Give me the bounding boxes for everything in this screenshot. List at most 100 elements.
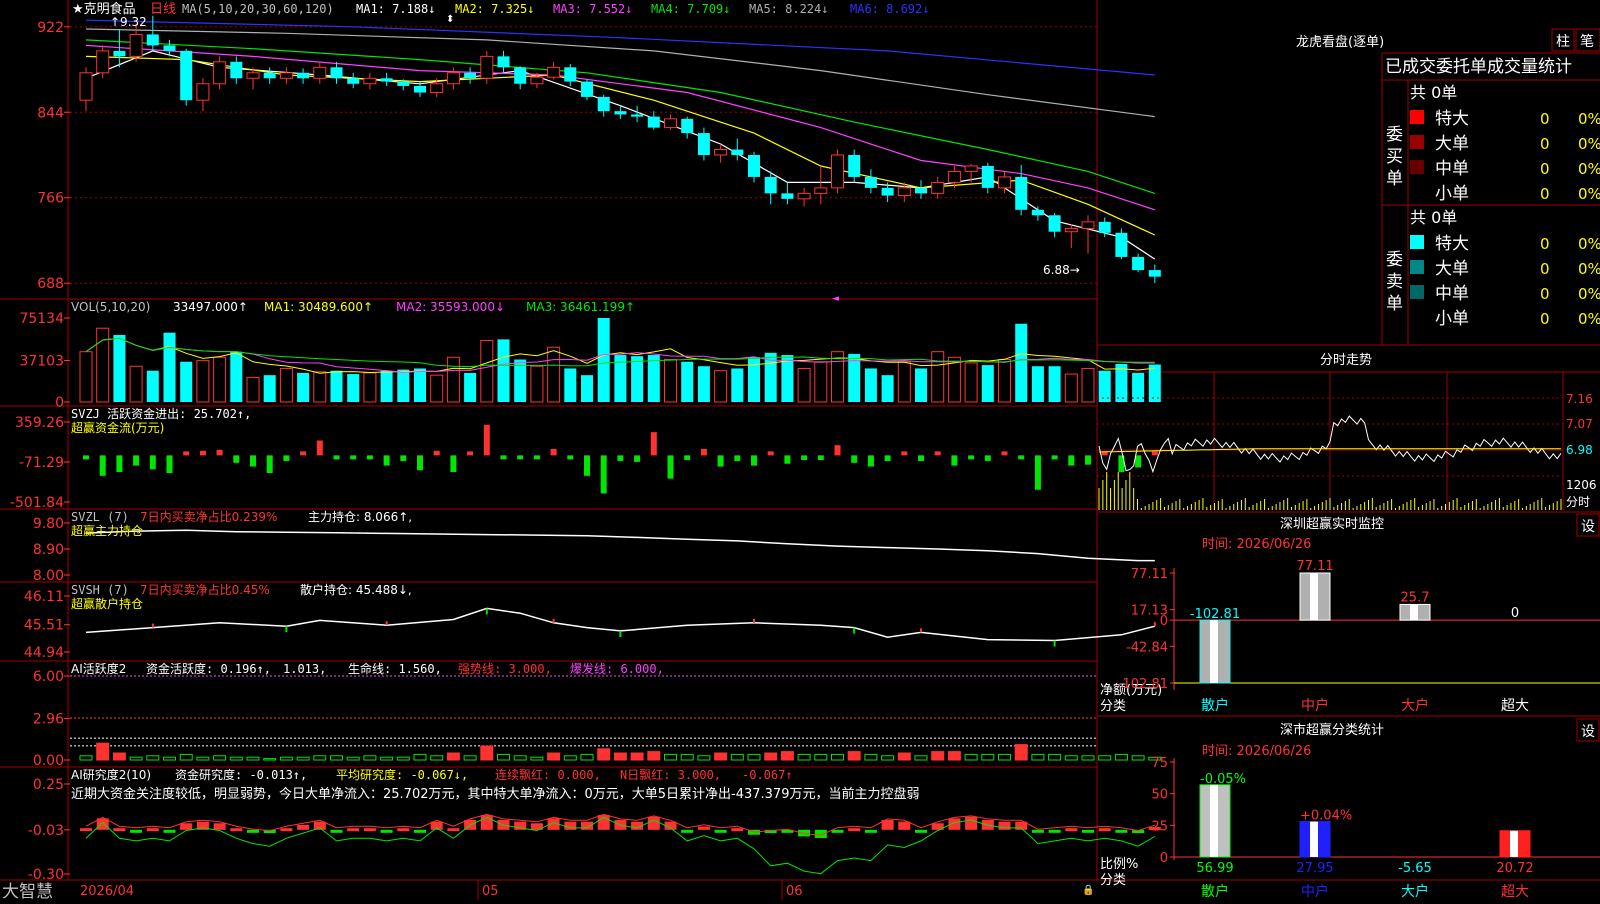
activity-bar <box>480 745 494 761</box>
order-volume: 0 <box>1540 285 1550 303</box>
research-bar-down <box>915 829 927 833</box>
price-panel: 922 844 766 688 ↑9.32 6.88→ ◄ ⬍ <box>37 14 1161 304</box>
ai1-t2: 1.013, <box>283 662 326 676</box>
order-percent: 0% <box>1578 160 1600 178</box>
candle-body-up <box>246 72 260 79</box>
fund-inflow-bar <box>550 448 557 456</box>
fund-inflow-bar <box>216 449 223 456</box>
fund-outflow-bar <box>383 455 390 466</box>
candle-body-down <box>146 34 159 46</box>
monitor-value-label: 0 <box>1511 606 1519 621</box>
vol-value: 33497.000↑ <box>173 300 248 314</box>
candle-body-down <box>347 78 360 84</box>
svzl-red: 7日内买卖净占比0.239% <box>140 509 277 524</box>
axis-label: 8.00 <box>33 568 64 584</box>
volume-bar-down <box>981 365 994 402</box>
legend-swatch <box>1410 160 1424 174</box>
activity-bar <box>1098 755 1112 761</box>
axis-label: 44.94 <box>24 645 64 661</box>
research-bar-up <box>731 828 744 832</box>
activity-bar <box>780 751 794 761</box>
classify-change-label: +0.04% <box>1300 809 1352 824</box>
monitor-bar-highlight <box>1310 573 1318 621</box>
volume-bar-up <box>664 359 677 403</box>
svzl-sub: 超赢主力持仓 <box>71 523 143 538</box>
classify-bar-highlight <box>1210 784 1218 857</box>
candle-body-down <box>597 96 610 112</box>
volume-bar-up <box>79 351 93 403</box>
activity-bar <box>847 751 861 761</box>
candle-body-up <box>897 187 911 197</box>
candle-body-up <box>831 154 844 189</box>
monitor-axis-label: -102.81 <box>1118 677 1168 692</box>
volume-bar-up <box>897 361 911 403</box>
candle-body-down <box>631 114 644 117</box>
vol-ma2: MA2: 35593.000↓ <box>396 300 505 314</box>
activity-bar <box>363 755 377 761</box>
activity-bar <box>981 753 995 761</box>
order-size-label: 中单 <box>1435 284 1469 304</box>
ma4-value: MA4: 7.709↓ <box>651 2 730 16</box>
legend-swatch <box>1410 110 1424 124</box>
svzl-panel: 9.80 8.90 8.00 SVZL (7) 7日内买卖净占比0.239% 主力持… <box>33 509 1155 584</box>
ma5-value: MA5: 8.224↓ <box>749 2 828 16</box>
fund-outflow-bar <box>99 455 106 476</box>
activity-bar <box>430 755 444 761</box>
period-label: 日线 <box>150 2 176 17</box>
tick-mode-label: 笔 <box>1580 34 1594 50</box>
activity-bar <box>647 751 661 761</box>
panel-frames <box>0 0 1600 881</box>
buy-orders-table: 共 0单委买单 特大 0 0% 大单 0 0% 中单 0 0% 小单 0 0% <box>1386 83 1600 204</box>
candle-body-down <box>748 155 760 177</box>
fund-inflow-bar <box>650 432 657 456</box>
fund-outflow-bar <box>133 455 140 466</box>
dragon-subtitle: 已成交委托单成交量统计 <box>1385 57 1572 77</box>
classify-bar-highlight <box>1510 830 1518 857</box>
fund-outflow-bar <box>350 455 357 460</box>
vol-ma3: MA3: 36461.199↑ <box>526 300 635 314</box>
activity-bar <box>263 758 277 761</box>
activity-bar <box>947 751 961 761</box>
volume-bar-down <box>864 368 877 402</box>
axis-label: 0 <box>55 395 64 411</box>
svzj-bars <box>83 424 1158 494</box>
candle-body-up <box>79 72 93 101</box>
research-bar-up <box>447 828 460 832</box>
classification-panel: 深市超赢分类统计 设 时间: 2026/06/26 比例% 分类 75 50 25 0… <box>1100 718 1600 900</box>
candle-body-up <box>964 165 978 172</box>
activity-bar <box>1131 755 1145 761</box>
volume-bar-up <box>547 346 561 403</box>
candle-body-down <box>1098 221 1111 233</box>
volume-bar-up <box>279 367 293 403</box>
candle-body-up <box>797 192 811 200</box>
candle-body-up <box>129 33 143 57</box>
date-tick-apr: 2026/04 <box>80 884 134 899</box>
candle-body-down <box>647 116 660 128</box>
activity-bar <box>413 753 427 761</box>
side-label-char: 委 <box>1386 125 1403 145</box>
axis-label: 922 <box>37 20 64 36</box>
activity-bar <box>1048 753 1062 761</box>
classify-value-label: -5.65 <box>1398 861 1432 876</box>
axis-label: 6.00 <box>33 669 64 685</box>
monitor-value-label: 77.11 <box>1296 559 1333 574</box>
intraday-axis-3: 6.98 <box>1566 443 1593 457</box>
axis-label: 75134 <box>19 311 64 327</box>
fund-inflow-bar <box>934 451 941 456</box>
fund-outflow-bar <box>116 455 123 473</box>
volume-bar-up <box>196 360 210 403</box>
activity-bar <box>513 755 527 761</box>
fund-outflow-bar <box>984 455 991 461</box>
fund-inflow-bar <box>433 450 440 456</box>
monitor-axis-label: -42.84 <box>1126 640 1168 655</box>
volume-bar-down <box>414 368 426 402</box>
monitor-xlabel: 分类 <box>1100 699 1126 714</box>
order-volume: 0 <box>1540 310 1550 328</box>
svsh-label: SVSH (7) <box>71 583 129 597</box>
volume-bar-down <box>180 361 193 402</box>
realtime-monitor-panel: 深圳超赢实时监控 设 时间: 2026/06/26 净额(万元) 分类 77.1… <box>1100 513 1600 714</box>
volume-bar-up <box>1064 373 1078 403</box>
candle-body-down <box>397 81 410 86</box>
volume-bar-down <box>881 375 894 402</box>
legend-swatch <box>1410 235 1424 249</box>
